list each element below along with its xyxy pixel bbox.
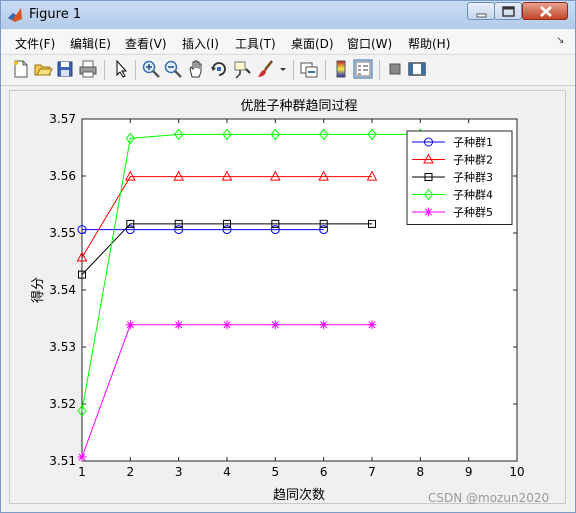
menu-file[interactable]: 文件(F) (15, 35, 55, 52)
figure-canvas: 优胜子种群趋同过程 趋同次数 得分 1 2 3 4 5 6 7 8 9 10 3.51 3.52 3.5… (9, 90, 566, 504)
data-point (77, 452, 87, 462)
y-tick-label: 3.57 (49, 112, 76, 126)
menu-window[interactable]: 窗口(W) (347, 35, 392, 52)
y-tick-label: 3.52 (49, 397, 76, 411)
maximize-icon (502, 6, 515, 17)
minimize-icon (476, 13, 487, 18)
menu-view[interactable]: 查看(V) (125, 35, 167, 52)
menu-edit[interactable]: 编辑(E) (70, 35, 111, 52)
x-tick-label: 1 (78, 465, 86, 479)
y-tick-label: 3.51 (49, 454, 76, 468)
toolbar-separator (135, 60, 136, 80)
legend-label: 子种群5 (453, 205, 493, 219)
menu-bar: 文件(F) 编辑(E) 查看(V) 插入(I) 工具(T) 桌面(D) 窗口(W… (1, 29, 575, 53)
zoom-out-icon[interactable] (163, 59, 183, 79)
zoom-in-icon[interactable] (141, 59, 161, 79)
toolbar-separator (104, 60, 105, 80)
menu-insert[interactable]: 插入(I) (182, 35, 219, 52)
pan-hand-icon[interactable] (186, 59, 206, 79)
legend-label: 子种群2 (453, 153, 493, 167)
data-point (222, 320, 232, 330)
show-plot-tools-icon[interactable] (407, 59, 427, 79)
title-bar: Figure 1 (1, 1, 575, 30)
x-tick-label: 2 (127, 465, 135, 479)
x-axis-label: 趋同次数 (273, 487, 325, 503)
legend-icon[interactable] (353, 59, 373, 79)
brush-dropdown-icon[interactable] (277, 59, 289, 79)
x-tick-label: 8 (417, 465, 425, 479)
open-file-icon[interactable] (33, 59, 53, 79)
x-tick-label: 10 (509, 465, 524, 479)
link-plot-icon[interactable] (299, 59, 319, 79)
colorbar-icon[interactable] (331, 59, 351, 79)
data-cursor-icon[interactable] (232, 59, 252, 79)
menu-help[interactable]: 帮助(H) (408, 35, 450, 52)
matlab-logo-icon (8, 8, 22, 22)
rotate-3d-icon[interactable] (209, 59, 229, 79)
data-point (270, 320, 280, 330)
x-tick-label: 9 (465, 465, 473, 479)
legend-label: 子种群1 (453, 135, 493, 149)
save-icon[interactable] (55, 59, 75, 79)
toolbar-separator (325, 60, 326, 80)
data-point (367, 320, 377, 330)
toolbar-separator (379, 60, 380, 80)
y-tick-label: 3.56 (49, 169, 76, 183)
legend-marker (424, 207, 433, 217)
y-tick-label: 3.54 (49, 283, 76, 297)
y-axis-label: 得分 (30, 277, 46, 303)
watermark: CSDN @mozun2020 (428, 491, 550, 505)
data-point (319, 320, 329, 330)
menu-desktop[interactable]: 桌面(D) (291, 35, 334, 52)
x-tick-label: 3 (175, 465, 183, 479)
legend-label: 子种群3 (453, 170, 493, 184)
brush-icon[interactable] (256, 59, 276, 79)
window-title: Figure 1 (29, 7, 82, 22)
y-tick-label: 3.53 (49, 340, 76, 354)
y-tick-label: 3.55 (49, 226, 76, 240)
minimize-button[interactable] (467, 2, 495, 20)
chart: 优胜子种群趋同过程 趋同次数 得分 1 2 3 4 5 6 7 8 9 10 3.51 3.52 3.5… (30, 99, 525, 503)
new-figure-icon[interactable] (11, 59, 31, 79)
maximize-button[interactable] (494, 2, 522, 20)
legend-label: 子种群4 (453, 188, 493, 202)
menu-overflow-arrow-icon[interactable]: ↘ (556, 35, 564, 46)
chart-title: 优胜子种群趋同过程 (240, 99, 357, 114)
x-tick-label: 5 (272, 465, 280, 479)
x-tick-label: 7 (368, 465, 376, 479)
data-point (174, 320, 184, 330)
data-point (125, 320, 135, 330)
toolbar-separator (293, 60, 294, 80)
print-icon[interactable] (78, 59, 98, 79)
hide-plot-tools-icon[interactable] (385, 59, 405, 79)
close-button[interactable] (522, 2, 568, 20)
edit-plot-arrow-icon[interactable] (111, 59, 131, 79)
figure-window: Figure 1 文件(F) 编辑(E) 查看(V) 插入(I) 工具(T) 桌… (0, 0, 576, 513)
close-icon (540, 6, 552, 17)
figure-toolbar (1, 54, 575, 86)
x-tick-label: 6 (320, 465, 328, 479)
menu-tools[interactable]: 工具(T) (235, 35, 276, 52)
x-tick-label: 4 (223, 465, 231, 479)
